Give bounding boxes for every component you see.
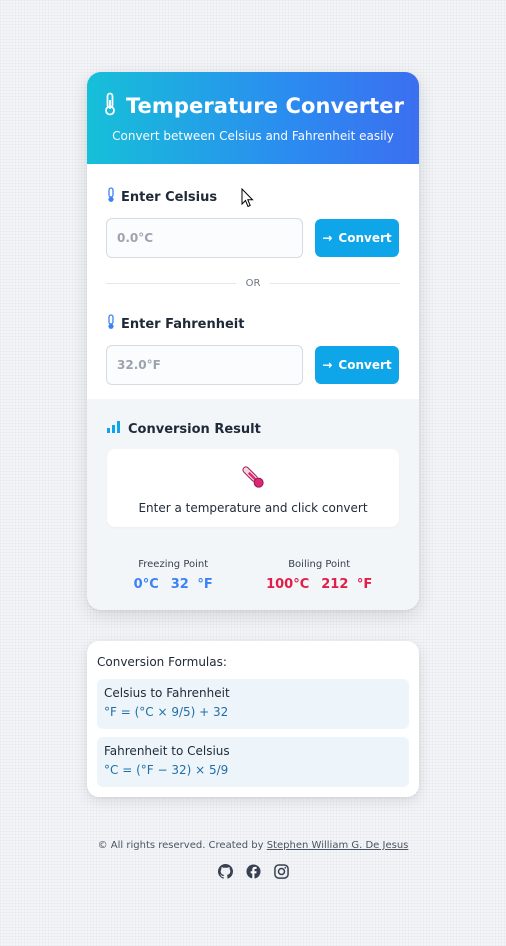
result-title-row: Conversion Result: [107, 421, 399, 437]
convert-celsius-button[interactable]: → Convert: [315, 219, 399, 257]
formula-equation: °F = (°C × 9/5) + 32: [104, 705, 229, 719]
formula-equation: °C = (°F − 32) × 5/9: [104, 763, 229, 777]
formula-name: Fahrenheit to Celsius: [104, 744, 230, 758]
result-message: Enter a temperature and click convert: [138, 501, 368, 515]
header-title-row: Temperature Converter: [87, 92, 419, 120]
convert-button-label: Convert: [338, 358, 392, 372]
divider-line: [270, 283, 401, 284]
github-icon[interactable]: [217, 864, 233, 879]
result-title: Conversion Result: [128, 421, 261, 437]
author-link[interactable]: Stephen William G. De Jesus: [267, 840, 409, 851]
fahrenheit-label-row: Enter Fahrenheit: [106, 314, 400, 334]
thermometer-icon: [102, 92, 118, 120]
page-subtitle: Convert between Celsius and Fahrenheit e…: [112, 129, 394, 143]
footer: © All rights reserved. Created by Stephe…: [0, 840, 506, 851]
thermometer-icon: [106, 187, 116, 207]
celsius-input-row: → Convert: [106, 218, 400, 258]
boiling-point: Boiling Point 100°C 212 °F: [260, 559, 378, 592]
mouse-cursor-icon: [241, 188, 254, 208]
result-area: Conversion Result Enter a temperature an…: [87, 399, 419, 610]
page-title: Temperature Converter: [125, 94, 405, 118]
fahrenheit-input[interactable]: [106, 345, 303, 385]
boiling-fahrenheit: 212 °F: [321, 577, 373, 592]
arrow-right-icon: →: [322, 231, 333, 245]
celsius-label: Enter Celsius: [121, 189, 218, 205]
social-links: [0, 864, 506, 879]
freezing-celsius: 0°C: [133, 577, 159, 592]
fahrenheit-input-row: → Convert: [106, 345, 400, 385]
thermometer-icon: [106, 314, 116, 334]
boiling-point-values: 100°C 212 °F: [260, 577, 378, 592]
formula-name: Celsius to Fahrenheit: [104, 686, 230, 700]
formula-item: Fahrenheit to Celsius °C = (°F − 32) × 5…: [97, 737, 409, 787]
instagram-icon[interactable]: [273, 864, 289, 879]
fahrenheit-section: Enter Fahrenheit → Convert: [87, 314, 419, 385]
fahrenheit-label: Enter Fahrenheit: [121, 316, 245, 332]
divider-line: [106, 283, 236, 284]
facebook-icon[interactable]: [245, 864, 261, 879]
reference-points: Freezing Point 0°C 32 °F Boiling Point 10…: [107, 559, 399, 592]
boiling-celsius: 100°C: [266, 577, 310, 592]
formulas-card: Conversion Formulas: Celsius to Fahrenhe…: [87, 641, 419, 797]
freezing-fahrenheit: 32 °F: [170, 577, 213, 592]
footer-text: © All rights reserved. Created by: [97, 840, 264, 851]
card-header: Temperature Converter Convert between Ce…: [87, 72, 419, 164]
freezing-point: Freezing Point 0°C 32 °F: [128, 559, 219, 592]
formulas-title: Conversion Formulas:: [97, 655, 227, 669]
boiling-point-label: Boiling Point: [288, 559, 351, 570]
converter-card: Temperature Converter Convert between Ce…: [87, 72, 419, 610]
formula-item: Celsius to Fahrenheit °F = (°C × 9/5) + …: [97, 679, 409, 729]
freezing-point-values: 0°C 32 °F: [128, 577, 219, 592]
convert-button-label: Convert: [338, 231, 392, 245]
thermometer-emoji-icon: [239, 466, 267, 495]
convert-fahrenheit-button[interactable]: → Convert: [315, 346, 399, 384]
arrow-right-icon: →: [322, 358, 333, 372]
or-divider: OR: [106, 278, 401, 289]
bar-chart-icon: [107, 421, 120, 437]
celsius-input[interactable]: [106, 218, 303, 258]
divider-text: OR: [245, 278, 261, 289]
result-box: Enter a temperature and click convert: [107, 449, 399, 527]
freezing-point-label: Freezing Point: [138, 559, 209, 570]
